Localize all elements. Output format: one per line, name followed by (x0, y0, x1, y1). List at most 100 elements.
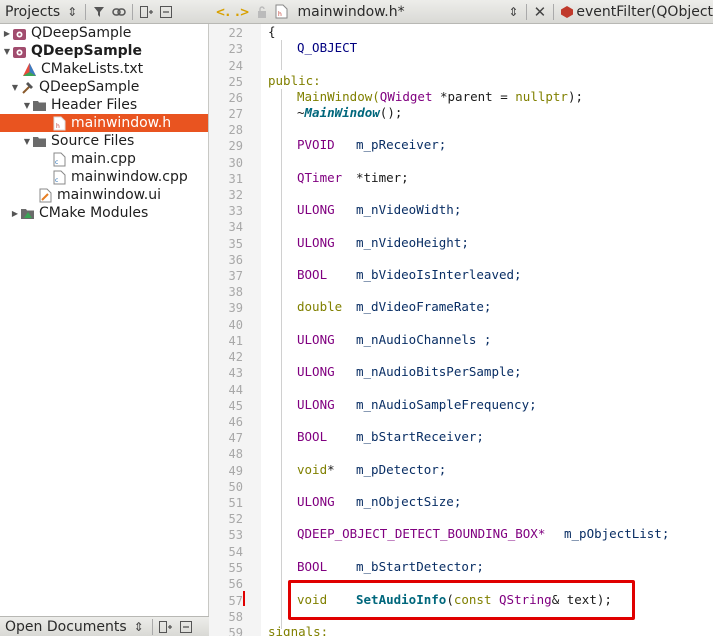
code-member-name: m_nAudioChannels ; (356, 332, 492, 347)
line-number: 47 (228, 431, 243, 445)
toolbar-separator (552, 3, 554, 20)
code-line-41: ULONG (297, 332, 335, 347)
hammer-icon (20, 80, 35, 95)
tree-item-source-files[interactable]: ▼ Source Files (0, 132, 208, 150)
code-line-26: MainWindow(QWidget *parent = nullptr); (297, 89, 584, 104)
code-member-name: m_bStartDetector; (356, 559, 484, 574)
svg-text:h: h (278, 11, 282, 18)
link-icon[interactable] (109, 2, 129, 22)
line-number: 31 (228, 172, 243, 186)
code-member-name: m_nVideoWidth; (356, 202, 462, 217)
expanded-arrow-icon[interactable]: ▼ (22, 98, 32, 112)
close-pane-icon[interactable] (176, 617, 196, 636)
back-arrow-icon[interactable]: <. (213, 2, 233, 22)
code-line-45: ULONG (297, 397, 335, 412)
symbol-combo[interactable]: eventFilter(QObject (576, 4, 713, 20)
line-number: 45 (228, 399, 243, 413)
collapsed-arrow-icon[interactable]: ▶ (2, 26, 12, 40)
close-pane-icon[interactable] (156, 2, 176, 22)
code-member-name: m_dVideoFrameRate; (356, 299, 492, 314)
code-line-39: double (297, 299, 343, 314)
qt-creator-window: Projects ⇕ <. .> h mainwindow.h* ⇕ ✕ eve… (0, 0, 713, 636)
line-number: 58 (228, 610, 243, 624)
line-number: 28 (228, 123, 243, 137)
line-number: 36 (228, 253, 243, 267)
code-line-55: BOOL (297, 559, 328, 574)
line-number: 42 (228, 350, 243, 364)
file-name-combo[interactable]: mainwindow.h* (298, 4, 504, 20)
line-number: 44 (228, 383, 243, 397)
line-number: 38 (228, 285, 243, 299)
tree-item-mainwindow-ui[interactable]: mainwindow.ui (0, 186, 208, 204)
expanded-arrow-icon[interactable]: ▼ (10, 80, 20, 94)
project-icon (12, 26, 27, 41)
code-line-22: { (268, 24, 276, 39)
tree-item-main-cpp[interactable]: c main.cpp (0, 150, 208, 168)
filter-icon[interactable] (89, 2, 109, 22)
highlight-box (288, 580, 635, 620)
code-line-25: public: (268, 73, 321, 88)
expanded-arrow-icon[interactable]: ▼ (22, 134, 32, 148)
line-number: 43 (228, 366, 243, 380)
line-number: 56 (228, 577, 243, 591)
tree-label: mainwindow.cpp (71, 169, 188, 185)
expanded-arrow-icon[interactable]: ▼ (2, 44, 12, 58)
tree-label: QDeepSample (31, 25, 132, 41)
code-member-name: *timer; (356, 170, 409, 185)
split-icon[interactable] (136, 2, 156, 22)
tree-label: main.cpp (71, 151, 136, 167)
code-member-name: m_pReceiver; (356, 137, 447, 152)
projects-title[interactable]: Projects (0, 4, 60, 20)
projects-toolbar: Projects ⇕ (0, 0, 209, 24)
cpp-file-icon: c (52, 170, 67, 185)
line-number: 22 (228, 26, 243, 40)
close-icon[interactable]: ✕ (530, 2, 550, 22)
indent-guide (281, 40, 282, 70)
open-documents-title[interactable]: Open Documents (0, 619, 127, 635)
code-line-53: QDEEP_OBJECT_DETECT_BOUNDING_BOX* (297, 526, 546, 541)
tree-item-mainwindow-h[interactable]: h mainwindow.h (0, 114, 208, 132)
code-line-59: signals: (268, 624, 329, 636)
chevron-updown-icon[interactable]: ⇕ (129, 617, 149, 636)
line-number: 37 (228, 269, 243, 283)
code-line-51: ULONG (297, 494, 335, 509)
lock-icon (252, 2, 272, 22)
code-line-49: void* (297, 462, 335, 477)
collapsed-arrow-icon[interactable]: ▶ (10, 206, 20, 220)
toolbar-separator (151, 618, 153, 635)
tree-item-mainwindow-cpp[interactable]: c mainwindow.cpp (0, 168, 208, 186)
tree-item-qdeepsample-1[interactable]: ▶ QDeepSample (0, 24, 208, 42)
tree-label: QDeepSample (31, 43, 142, 59)
line-number: 55 (228, 561, 243, 575)
toolbar-separator (132, 3, 134, 20)
svg-text:c: c (55, 177, 58, 184)
code-line-43: ULONG (297, 364, 335, 379)
line-number: 46 (228, 415, 243, 429)
code-member-name: m_bVideoIsInterleaved; (356, 267, 522, 282)
code-member-name: m_bStartReceiver; (356, 429, 484, 444)
line-number: 29 (228, 139, 243, 153)
code-member-name: m_nAudioBitsPerSample; (356, 364, 522, 379)
chevron-updown-icon[interactable]: ⇕ (62, 2, 82, 22)
tree-item-header-files[interactable]: ▼ Header Files (0, 96, 208, 114)
code-editor[interactable]: { Q_OBJECT public: MainWindow(QWidget *p… (261, 24, 713, 636)
cmake-triangle-icon (22, 62, 37, 77)
cmake-folder-icon (20, 206, 35, 221)
cpp-file-icon: c (52, 152, 67, 167)
code-line-47: BOOL (297, 429, 328, 444)
dropdown-updown-icon[interactable]: ⇕ (504, 2, 524, 22)
line-number: 59 (228, 626, 243, 636)
tree-item-qdeepsample-target[interactable]: ▼ QDeepSample (0, 78, 208, 96)
code-member-name: m_pDetector; (356, 462, 447, 477)
line-number: 27 (228, 107, 243, 121)
tree-item-cmake-modules[interactable]: ▶ CMake Modules (0, 204, 208, 222)
svg-text:c: c (55, 159, 58, 166)
code-member-name: m_nVideoHeight; (356, 235, 469, 250)
split-icon[interactable] (156, 617, 176, 636)
forward-arrow-icon[interactable]: .> (233, 2, 253, 22)
code-line-29: PVOID (297, 137, 335, 152)
indent-guide (281, 89, 282, 629)
tree-item-qdeepsample-active[interactable]: ▼ QDeepSample (0, 42, 208, 60)
line-number: 49 (228, 464, 243, 478)
tree-item-cmakelists[interactable]: CMakeLists.txt (0, 60, 208, 78)
